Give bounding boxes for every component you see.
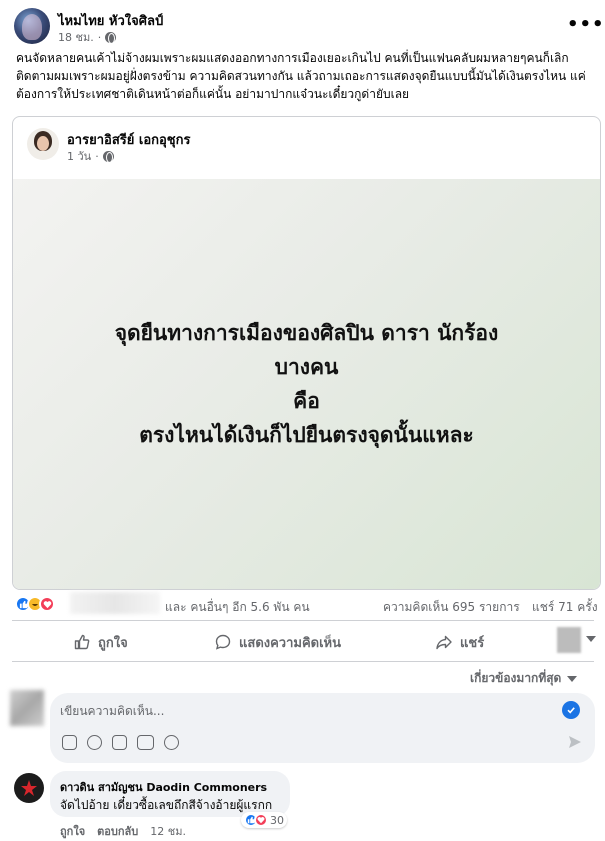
comment-like-button[interactable]: ถูกใจ xyxy=(60,822,85,840)
like-button-label: ถูกใจ xyxy=(98,635,128,651)
camera-icon[interactable] xyxy=(112,735,127,750)
send-icon[interactable] xyxy=(568,735,582,749)
comment-reactions[interactable]: 30 xyxy=(241,812,287,828)
quote-line: บางคน xyxy=(274,355,339,379)
commenter-name[interactable]: ดาวดิน สามัญชน Daodin Commoners xyxy=(60,778,267,796)
star-logo-icon xyxy=(21,780,37,796)
check-icon[interactable] xyxy=(562,701,580,719)
share-as-avatar[interactable] xyxy=(557,627,581,653)
sticker-icon[interactable] xyxy=(164,735,179,750)
sort-label: เกี่ยวข้องมากที่สุด xyxy=(470,671,562,685)
share-icon xyxy=(436,635,452,650)
chevron-down-icon[interactable] xyxy=(586,636,596,642)
gif-icon[interactable] xyxy=(137,735,154,750)
reactions-count[interactable]: และ คนอื่นๆ อีก 5.6 พัน คน xyxy=(165,598,310,617)
comment-sort-dropdown[interactable]: เกี่ยวข้องมากที่สุด xyxy=(470,669,578,688)
love-reaction-icon xyxy=(254,813,268,827)
quote-line: จุดยืนทางการเมืองของศิลปิน ดารา นักร้อง xyxy=(114,321,499,345)
shared-meta: 1 วัน · xyxy=(67,147,114,165)
current-user-avatar[interactable] xyxy=(10,690,44,726)
shared-time[interactable]: 1 วัน xyxy=(67,147,91,165)
like-button[interactable]: ถูกใจ xyxy=(74,630,128,654)
comment-text: จัดไปอ้าย เดี๋ยวซื้อเลขถึกสีจ้างอ้ายผู้แ… xyxy=(60,798,273,812)
comment-actions: ถูกใจ ตอบกลับ 12 ชม. xyxy=(60,822,186,840)
love-reaction-icon xyxy=(39,596,55,612)
comment-bubble[interactable]: ดาวดิน สามัญชน Daodin Commoners จัดไปอ้า… xyxy=(50,771,290,817)
post-time[interactable]: 18 ชม. xyxy=(58,28,94,46)
divider xyxy=(12,661,594,662)
emoji-icon[interactable] xyxy=(87,735,102,750)
more-options-button[interactable]: ••• xyxy=(567,14,605,35)
comment-reply-button[interactable]: ตอบกลับ xyxy=(97,822,138,840)
comment-composer[interactable] xyxy=(50,693,595,763)
reactor-name-redacted xyxy=(70,592,160,614)
comments-count[interactable]: ความคิดเห็น 695 รายการ xyxy=(383,598,520,617)
shares-count[interactable]: แชร์ 71 ครั้ง xyxy=(532,598,598,617)
comment-icon xyxy=(215,634,231,650)
comment-time[interactable]: 12 ชม. xyxy=(150,822,186,840)
comment-button-label: แสดงความคิดเห็น xyxy=(239,635,342,651)
comment-reaction-count: 30 xyxy=(270,813,284,827)
quote-line: ตรงไหนได้เงินก็ไปยืนตรงจุดนั้นแหละ xyxy=(139,423,474,447)
reaction-icons[interactable] xyxy=(15,596,55,612)
comment-input[interactable] xyxy=(60,701,530,721)
post-meta: 18 ชม. · xyxy=(58,28,117,46)
share-button[interactable]: แชร์ xyxy=(436,630,484,654)
shared-author-avatar[interactable] xyxy=(27,128,59,160)
author-avatar[interactable] xyxy=(14,8,50,44)
shared-post-card[interactable]: อารยาอิสรีย์ เอกอุชุกร 1 วัน · จุดยืนทาง… xyxy=(12,116,601,590)
share-button-label: แชร์ xyxy=(460,635,485,651)
divider xyxy=(12,620,594,621)
comment-button[interactable]: แสดงความคิดเห็น xyxy=(215,630,341,654)
thumbs-up-icon xyxy=(74,634,90,650)
globe-icon xyxy=(102,150,114,163)
avatar-sticker-icon[interactable] xyxy=(62,735,77,750)
chevron-down-icon xyxy=(567,675,578,682)
post-caption: คนจัดหลายคนเค้าไม่จ้างผมเพราะผมแสดงออกทา… xyxy=(16,51,586,101)
quote-image[interactable]: จุดยืนทางการเมืองของศิลปิน ดารา นักร้อง … xyxy=(13,179,600,589)
quote-line: คือ xyxy=(293,389,320,413)
globe-icon xyxy=(105,31,117,44)
commenter-avatar[interactable] xyxy=(14,773,44,803)
